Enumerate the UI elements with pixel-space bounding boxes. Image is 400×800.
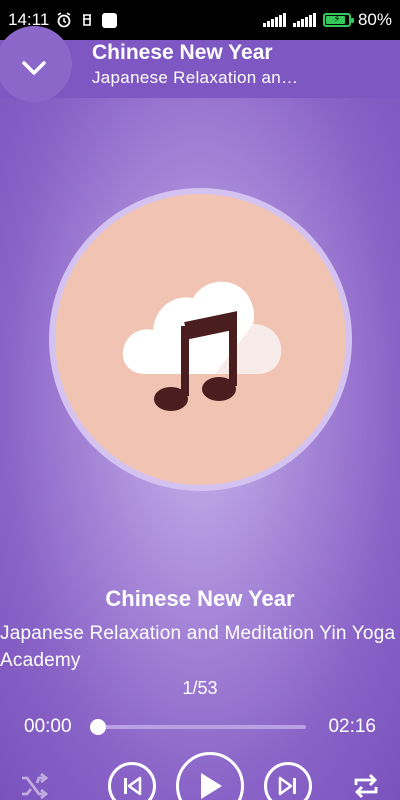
- shuffle-button[interactable]: [18, 770, 50, 800]
- album-art: [49, 188, 352, 491]
- album-art-disc: [55, 194, 346, 485]
- repeat-icon: [354, 774, 378, 798]
- header-subtitle: Japanese Relaxation an…: [92, 68, 299, 87]
- current-time: 00:00: [24, 716, 72, 737]
- repeat-button[interactable]: [350, 770, 382, 800]
- play-button[interactable]: [176, 752, 244, 800]
- signal-icon: [262, 13, 286, 27]
- seek-thumb[interactable]: [90, 719, 106, 735]
- next-button[interactable]: [264, 762, 312, 800]
- battery-level: 80%: [357, 10, 392, 29]
- status-bar: 14:11 ⚡ 80%: [0, 0, 400, 40]
- notification-icon: [83, 14, 92, 26]
- alarm-icon: [57, 12, 71, 28]
- cloud-music-note-icon: [122, 281, 282, 411]
- seek-bar[interactable]: [90, 719, 306, 735]
- skip-next-icon: [278, 776, 296, 796]
- shuffle-icon: [22, 772, 49, 800]
- collapse-button[interactable]: [0, 26, 72, 102]
- play-icon: [201, 773, 222, 799]
- player-header: Chinese New Year Japanese Relaxation an…: [0, 26, 400, 102]
- signal-icon-2: [292, 13, 316, 27]
- track-artist: Japanese Relaxation and Meditation Yin Y…: [0, 623, 396, 671]
- skip-previous-icon: [124, 776, 142, 796]
- previous-button[interactable]: [108, 762, 156, 800]
- chevron-down-icon: [22, 61, 46, 75]
- battery-icon: ⚡: [322, 13, 354, 27]
- app-notification-icon: [102, 12, 118, 28]
- header-title: Chinese New Year: [92, 41, 273, 64]
- track-index: 1/53: [182, 678, 218, 698]
- track-title: Chinese New Year: [105, 586, 295, 611]
- total-time: 02:16: [328, 716, 376, 737]
